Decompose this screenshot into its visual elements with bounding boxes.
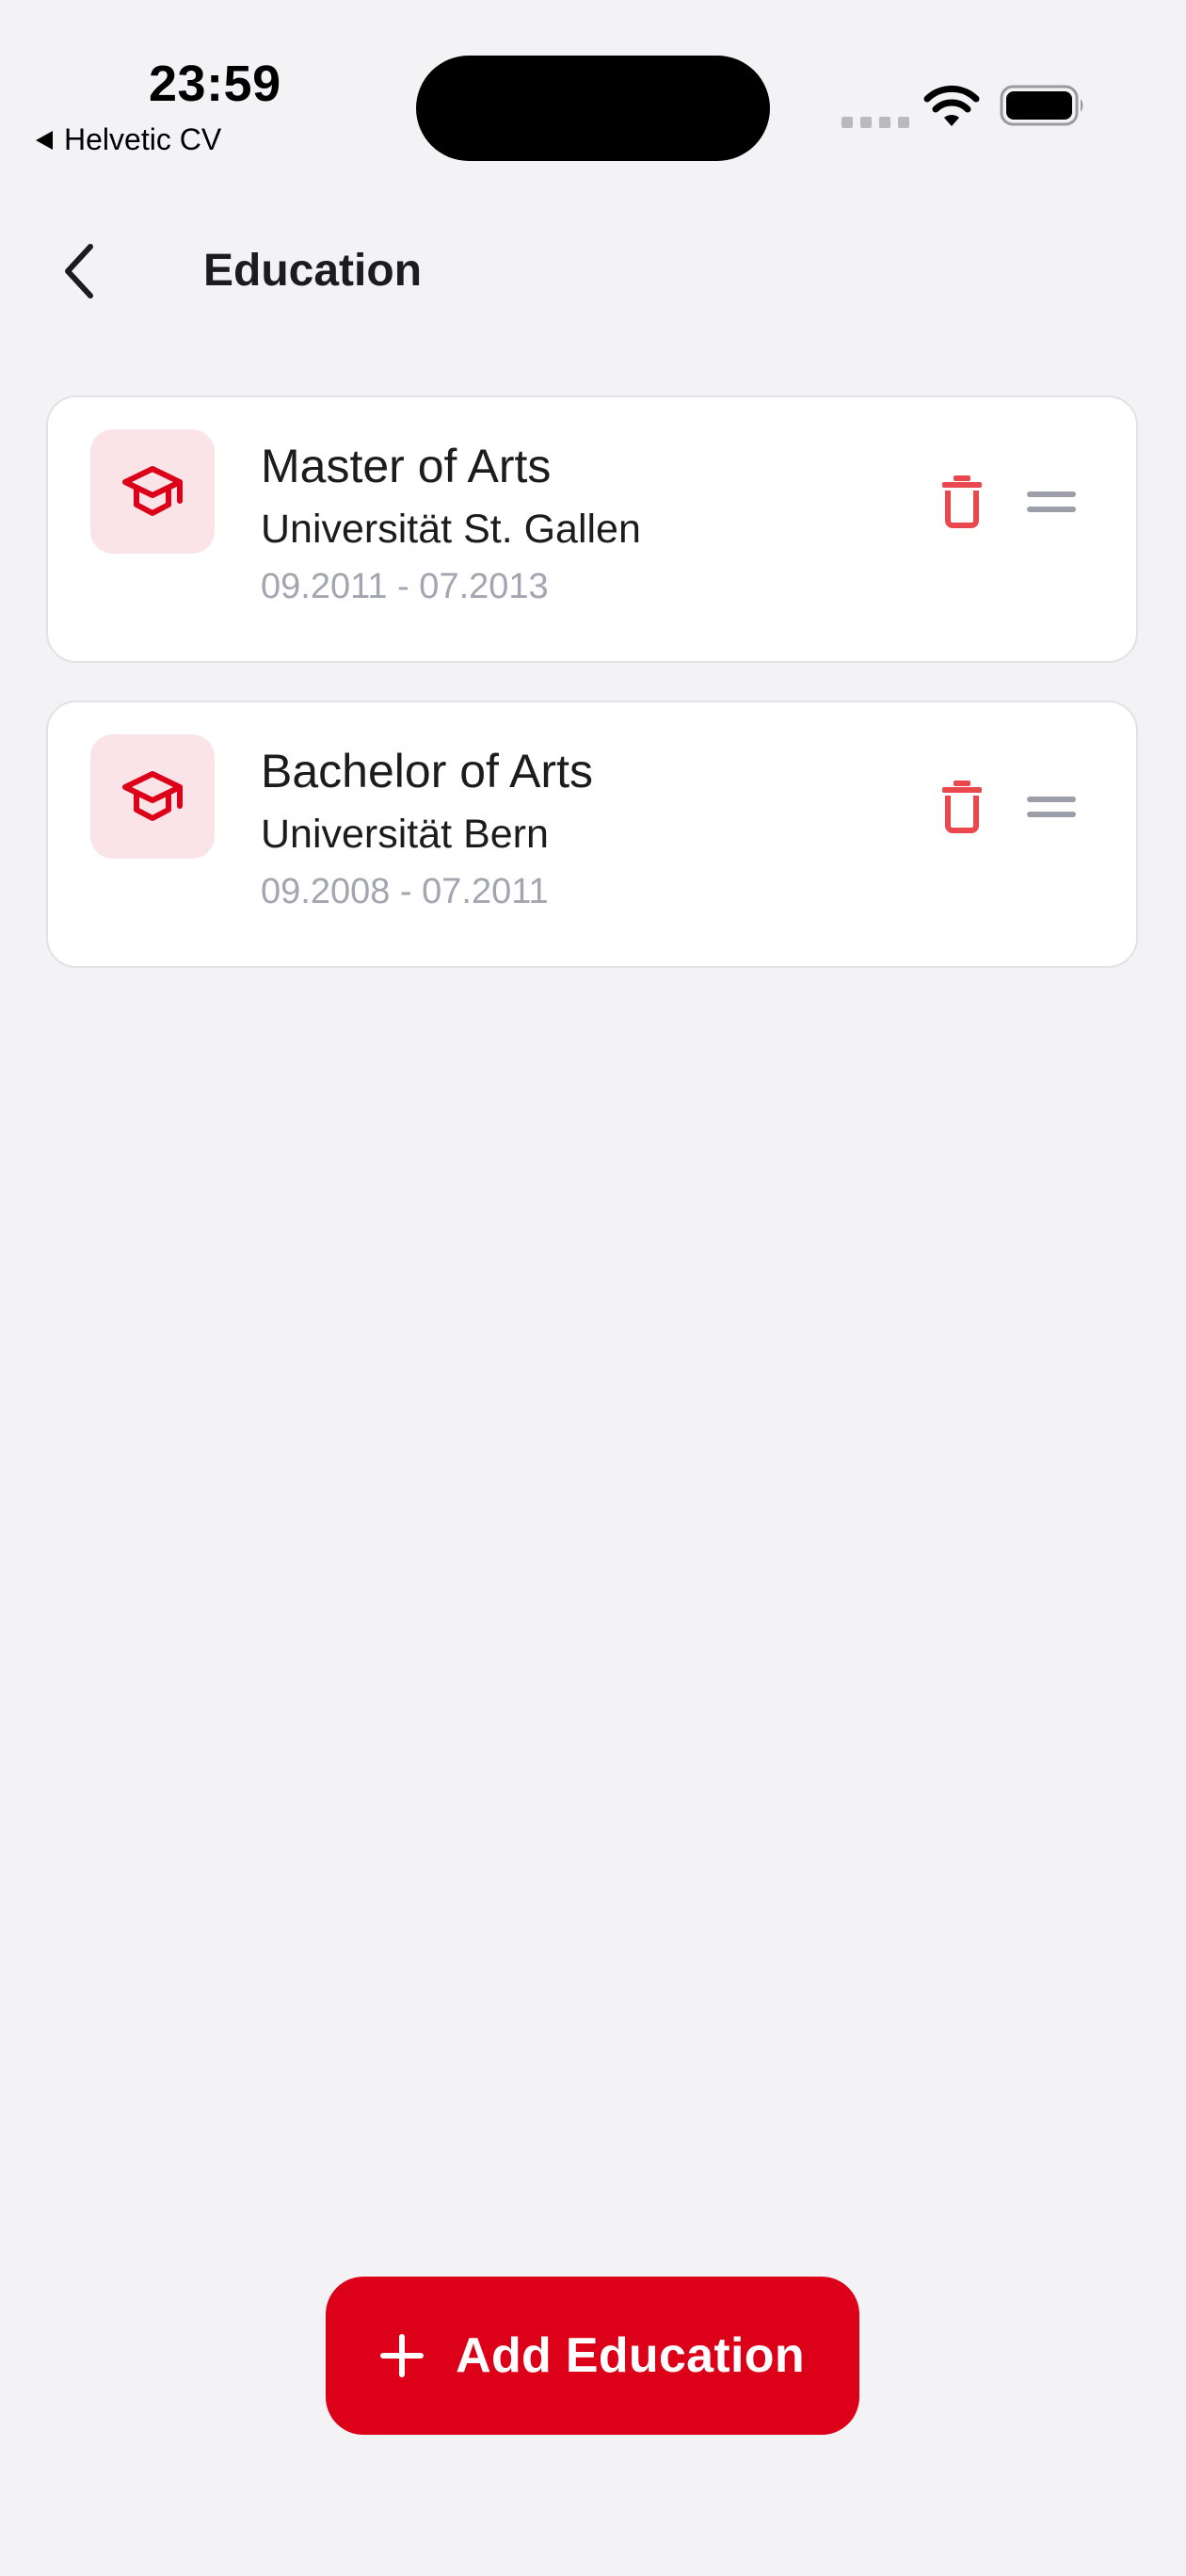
drag-handle-icon[interactable] [1027, 482, 1085, 522]
graduation-cap-icon [122, 466, 183, 516]
add-education-button[interactable]: Add Education [326, 2277, 859, 2435]
dynamic-island [416, 56, 770, 161]
back-to-app-link[interactable]: Helvetic CV [36, 122, 221, 157]
education-card[interactable]: Master of Arts Universität St. Gallen 09… [46, 395, 1138, 663]
degree-title: Master of Arts [261, 440, 552, 492]
wifi-icon [923, 85, 980, 126]
education-icon-tile [90, 734, 215, 859]
drag-handle-icon[interactable] [1027, 787, 1085, 827]
trash-icon [942, 475, 982, 528]
plus-icon [380, 2334, 425, 2377]
degree-title: Bachelor of Arts [261, 745, 593, 797]
graduation-cap-icon [122, 771, 183, 821]
delete-button[interactable] [929, 768, 995, 844]
battery-icon [1000, 85, 1083, 126]
delete-button[interactable] [929, 463, 995, 539]
education-icon-tile [90, 429, 215, 554]
trash-icon [942, 781, 982, 833]
status-time: 23:59 [149, 56, 281, 112]
education-card[interactable]: Bachelor of Arts Universität Bern 09.200… [46, 700, 1138, 968]
back-button[interactable] [51, 235, 107, 307]
add-education-label: Add Education [456, 2328, 805, 2383]
date-range: 09.2008 - 07.2011 [261, 872, 549, 911]
chevron-left-icon [65, 244, 93, 298]
back-app-label: Helvetic CV [64, 122, 222, 156]
back-triangle-icon [36, 130, 53, 150]
school-name: Universität Bern [261, 812, 549, 857]
cellular-signal-icon [841, 117, 909, 128]
date-range: 09.2011 - 07.2013 [261, 567, 549, 606]
school-name: Universität St. Gallen [261, 507, 641, 552]
page-title: Education [203, 246, 423, 296]
